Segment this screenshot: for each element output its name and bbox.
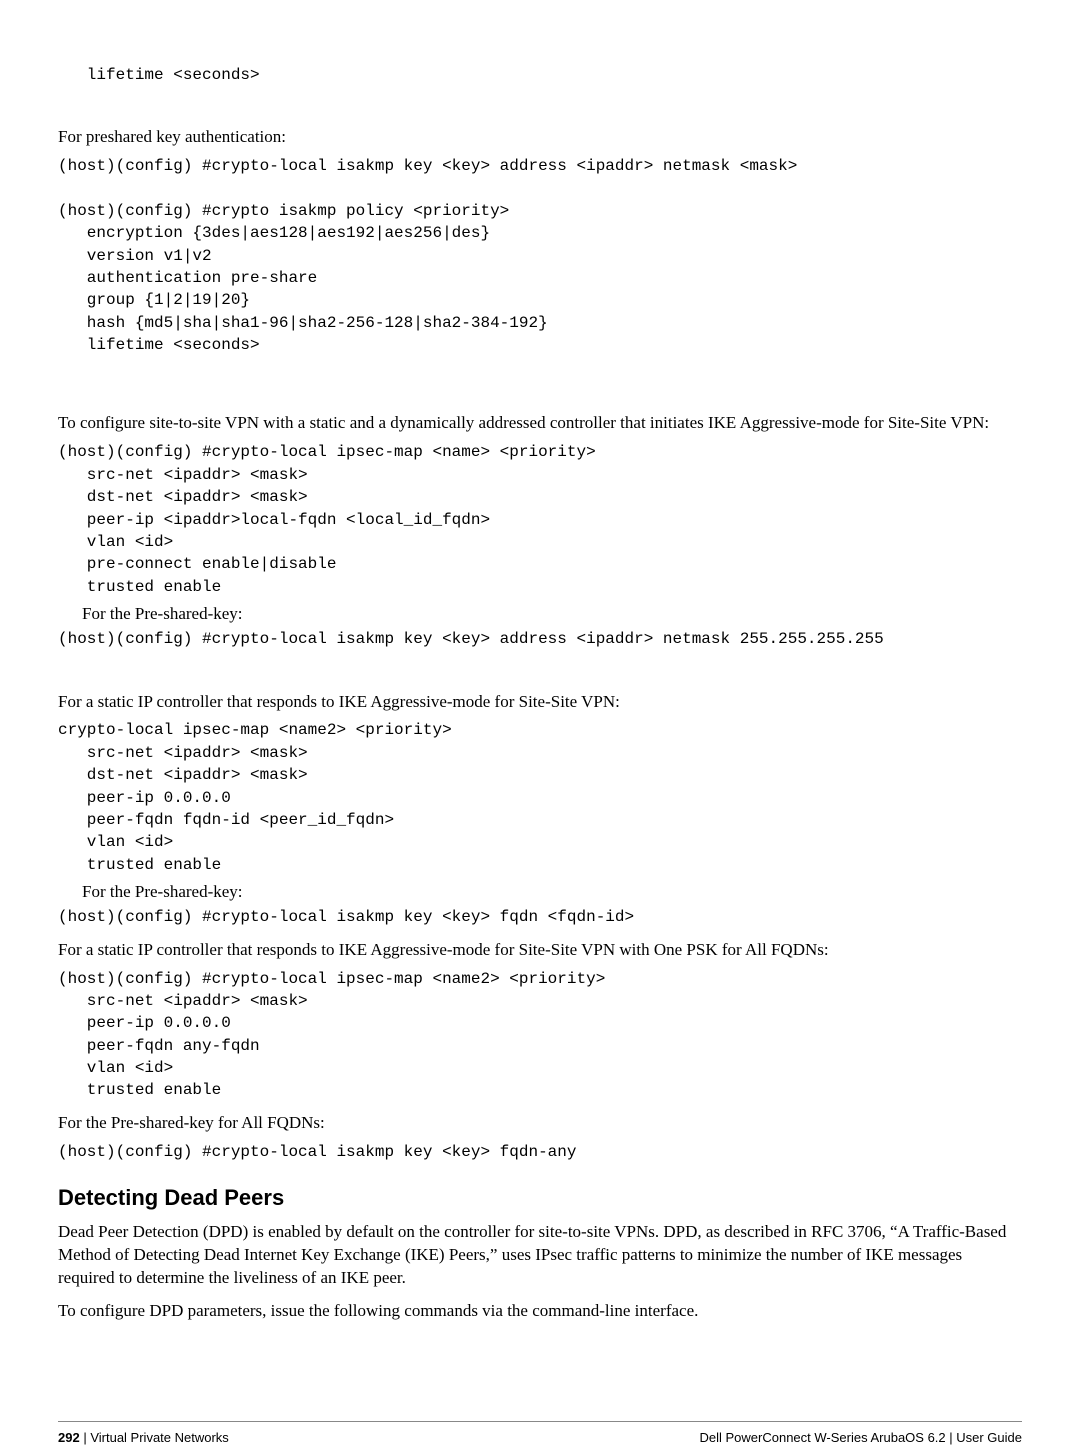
note-psk-1: For the Pre-shared-key: (58, 604, 1022, 624)
paragraph-dpd-2: To configure DPD parameters, issue the f… (58, 1300, 1022, 1323)
paragraph-dpd-1: Dead Peer Detection (DPD) is enabled by … (58, 1221, 1022, 1290)
code-block-ipsec-map-3: (host)(config) #crypto-local ipsec-map <… (58, 968, 1022, 1102)
paragraph-one-psk: For a static IP controller that responds… (58, 939, 1022, 962)
code-block-lifetime: lifetime <seconds> (58, 64, 1022, 86)
footer-page-number: 292 (58, 1430, 80, 1445)
code-block-ipsec-map-1: (host)(config) #crypto-local ipsec-map <… (58, 441, 1022, 598)
code-block-isakmp-fqdn: (host)(config) #crypto-local isakmp key … (58, 906, 1022, 928)
note-psk-2: For the Pre-shared-key: (58, 882, 1022, 902)
footer-right: Dell PowerConnect W-Series ArubaOS 6.2 |… (700, 1430, 1023, 1445)
code-block-isakmp-fqdn-any: (host)(config) #crypto-local isakmp key … (58, 1141, 1022, 1163)
paragraph-static-ip: For a static IP controller that responds… (58, 691, 1022, 714)
heading-detecting-dead-peers: Detecting Dead Peers (58, 1185, 1022, 1211)
footer-separator: | (83, 1430, 90, 1445)
page-footer: 292 | Virtual Private Networks Dell Powe… (58, 1421, 1022, 1445)
code-block-isakmp-key-netmask: (host)(config) #crypto-local isakmp key … (58, 628, 1022, 650)
code-block-ipsec-map-2: crypto-local ipsec-map <name2> <priority… (58, 719, 1022, 876)
footer-left: 292 | Virtual Private Networks (58, 1430, 229, 1445)
page-content: lifetime <seconds> For preshared key aut… (0, 0, 1080, 1379)
code-block-isakmp-key: (host)(config) #crypto-local isakmp key … (58, 155, 1022, 177)
paragraph-preshared: For preshared key authentication: (58, 126, 1022, 149)
footer-section: Virtual Private Networks (90, 1430, 228, 1445)
paragraph-psk-all-fqdns: For the Pre-shared-key for All FQDNs: (58, 1112, 1022, 1135)
code-block-isakmp-policy: (host)(config) #crypto isakmp policy <pr… (58, 200, 1022, 357)
paragraph-aggressive-mode: To configure site-to-site VPN with a sta… (58, 412, 1022, 435)
